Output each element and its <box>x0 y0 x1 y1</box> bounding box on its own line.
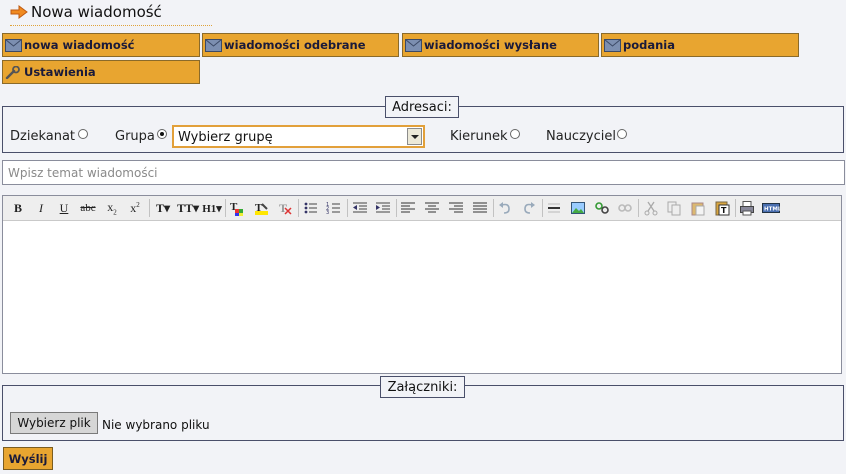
rich-text-editor: B I U abc x2 x2 T▾ TT▾ H1▾ T T T 123 T H… <box>2 195 842 374</box>
align-center-icon[interactable] <box>422 198 442 218</box>
nav-received-label: wiadomości odebrane <box>224 38 366 52</box>
svg-text:3: 3 <box>326 210 329 216</box>
subscript-button[interactable]: x2 <box>102 198 122 218</box>
teacher-label: Nauczyciel <box>546 129 616 144</box>
chevron-down-icon[interactable] <box>407 128 422 145</box>
undo-icon[interactable] <box>495 198 515 218</box>
nav-settings-button[interactable]: Ustawienia <box>2 60 200 84</box>
dean-office-label: Dziekanat <box>10 129 76 144</box>
page-title: Nowa wiadomość <box>31 3 162 21</box>
horizontal-rule-icon[interactable] <box>544 198 564 218</box>
image-icon[interactable] <box>568 198 588 218</box>
group-select-value: Wybierz grupę <box>178 130 273 145</box>
svg-text:T: T <box>721 206 727 215</box>
align-right-icon[interactable] <box>446 198 466 218</box>
bold-button[interactable]: B <box>8 198 28 218</box>
font-family-button[interactable]: TT▾ <box>176 198 200 218</box>
dean-office-radio[interactable] <box>78 129 88 139</box>
nav-applications-button[interactable]: podania <box>601 33 799 57</box>
group-label: Grupa <box>115 129 155 144</box>
nav-new-message-button[interactable]: nowa wiadomość <box>2 33 200 57</box>
choose-file-button[interactable]: Wybierz plik <box>10 412 98 434</box>
attachments-legend: Załączniki: <box>380 376 465 398</box>
recipients-legend: Adresaci: <box>385 96 459 118</box>
wrench-icon <box>5 65 20 79</box>
align-left-icon[interactable] <box>398 198 418 218</box>
heading-button[interactable]: H1▾ <box>200 198 224 218</box>
numbered-list-icon[interactable]: 123 <box>324 198 344 218</box>
envelope-icon <box>405 38 422 52</box>
nav-received-button[interactable]: wiadomości odebrane <box>202 33 399 57</box>
text-color-icon[interactable]: T <box>227 198 247 218</box>
file-status-text: Nie wybrano pliku <box>102 418 210 432</box>
nav-applications-label: podania <box>623 38 676 52</box>
unlink-icon[interactable] <box>615 198 635 218</box>
outdent-icon[interactable] <box>350 198 370 218</box>
title-underline <box>10 25 212 26</box>
paste-text-icon[interactable]: T <box>712 198 732 218</box>
clear-format-icon[interactable]: T <box>275 198 295 218</box>
html-source-icon[interactable]: HTML <box>761 198 781 218</box>
highlight-icon[interactable]: T <box>251 198 271 218</box>
indent-icon[interactable] <box>373 198 393 218</box>
cut-icon[interactable] <box>641 198 661 218</box>
bullet-list-icon[interactable] <box>301 198 321 218</box>
superscript-button[interactable]: x2 <box>125 198 145 218</box>
envelope-icon <box>5 38 22 52</box>
nav-sent-label: wiadomości wysłane <box>424 38 557 52</box>
font-size-button[interactable]: T▾ <box>153 198 173 218</box>
copy-icon[interactable] <box>664 198 684 218</box>
editor-toolbar: B I U abc x2 x2 T▾ TT▾ H1▾ T T T 123 T H… <box>3 196 841 221</box>
group-select[interactable]: Wybierz grupę <box>172 125 425 148</box>
message-body-editor[interactable] <box>3 221 841 373</box>
link-icon[interactable] <box>592 198 612 218</box>
group-radio[interactable] <box>157 129 167 139</box>
redo-icon[interactable] <box>519 198 539 218</box>
nav-sent-button[interactable]: wiadomości wysłane <box>402 33 599 57</box>
field-of-study-label: Kierunek <box>450 129 508 144</box>
subject-input[interactable] <box>2 160 845 185</box>
svg-text:HTML: HTML <box>764 207 780 213</box>
nav-settings-label: Ustawienia <box>24 65 96 79</box>
italic-button[interactable]: I <box>31 198 51 218</box>
field-of-study-radio[interactable] <box>510 129 520 139</box>
print-icon[interactable] <box>737 198 757 218</box>
arrow-right-icon <box>10 5 28 19</box>
svg-text:T: T <box>255 202 263 214</box>
underline-button[interactable]: U <box>54 198 74 218</box>
strikethrough-button[interactable]: abc <box>77 198 99 218</box>
teacher-radio[interactable] <box>617 129 627 139</box>
nav-new-message-label: nowa wiadomość <box>24 38 135 52</box>
envelope-icon <box>205 38 222 52</box>
paste-icon[interactable] <box>688 198 708 218</box>
send-button[interactable]: Wyślij <box>3 447 53 470</box>
align-justify-icon[interactable] <box>470 198 490 218</box>
envelope-icon <box>604 38 621 52</box>
